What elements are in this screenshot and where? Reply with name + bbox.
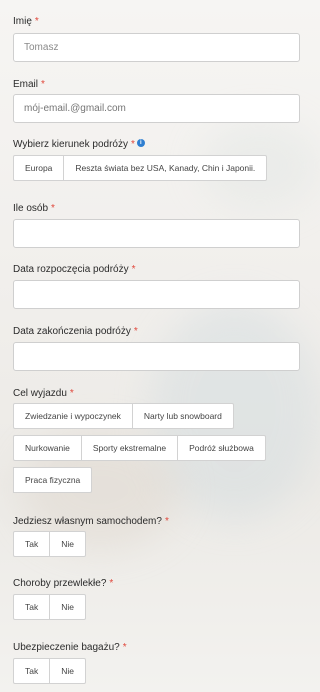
chronic-no[interactable]: Nie [49, 594, 86, 620]
purpose-options-row-2: Nurkowanie Sporty ekstremalne Podróż słu… [13, 435, 266, 461]
end-date-input[interactable] [13, 342, 300, 371]
start-date-input[interactable] [13, 280, 300, 309]
direction-option-europe[interactable]: Europa [13, 155, 65, 181]
start-date-label: Data rozpoczęcia podróży * [13, 264, 136, 275]
chronic-label: Choroby przewlekłe? * [13, 578, 114, 589]
purpose-options-row-1: Zwiedzanie i wypoczynek Narty lub snowbo… [13, 403, 234, 429]
name-input[interactable] [13, 33, 300, 62]
chronic-yes[interactable]: Tak [13, 594, 51, 620]
purpose-option-extreme-sports[interactable]: Sporty ekstremalne [80, 435, 179, 461]
end-date-label: Data zakończenia podróży * [13, 326, 138, 337]
own-car-yes[interactable]: Tak [13, 531, 51, 557]
purpose-options-row-3: Praca fizyczna [13, 467, 93, 493]
people-label: Ile osób * [13, 203, 55, 214]
info-icon[interactable]: i [136, 139, 145, 147]
name-label: Imię * [13, 16, 39, 27]
purpose-label: Cel wyjazdu * [13, 388, 74, 399]
purpose-option-business-trip[interactable]: Podróż służbowa [177, 435, 266, 461]
own-car-options: Tak Nie [13, 531, 86, 557]
luggage-yes[interactable]: Tak [13, 658, 51, 684]
purpose-option-sightseeing[interactable]: Zwiedzanie i wypoczynek [13, 403, 133, 429]
email-label: Email * [13, 79, 45, 90]
purpose-option-diving[interactable]: Nurkowanie [13, 435, 82, 461]
direction-options: Europa Reszta świata bez USA, Kanady, Ch… [13, 155, 268, 181]
own-car-no[interactable]: Nie [49, 531, 86, 557]
purpose-option-physical-work[interactable]: Praca fizyczna [13, 467, 93, 493]
email-input[interactable] [13, 94, 300, 123]
people-input[interactable] [13, 219, 300, 248]
luggage-label: Ubezpieczenie bagażu? * [13, 642, 127, 653]
luggage-no[interactable]: Nie [49, 658, 86, 684]
travel-insurance-form: Imię* Email* Wybierz kierunek podróży*i … [0, 0, 314, 692]
direction-option-rest-of-world[interactable]: Reszta świata bez USA, Kanady, Chin i Ja… [63, 155, 268, 181]
direction-label: Wybierz kierunek podróży * i [13, 139, 145, 150]
purpose-option-skiing[interactable]: Narty lub snowboard [131, 403, 234, 429]
luggage-options: Tak Nie [13, 658, 86, 684]
own-car-label: Jedziesz własnym samochodem? * [13, 516, 169, 527]
chronic-options: Tak Nie [13, 594, 86, 620]
